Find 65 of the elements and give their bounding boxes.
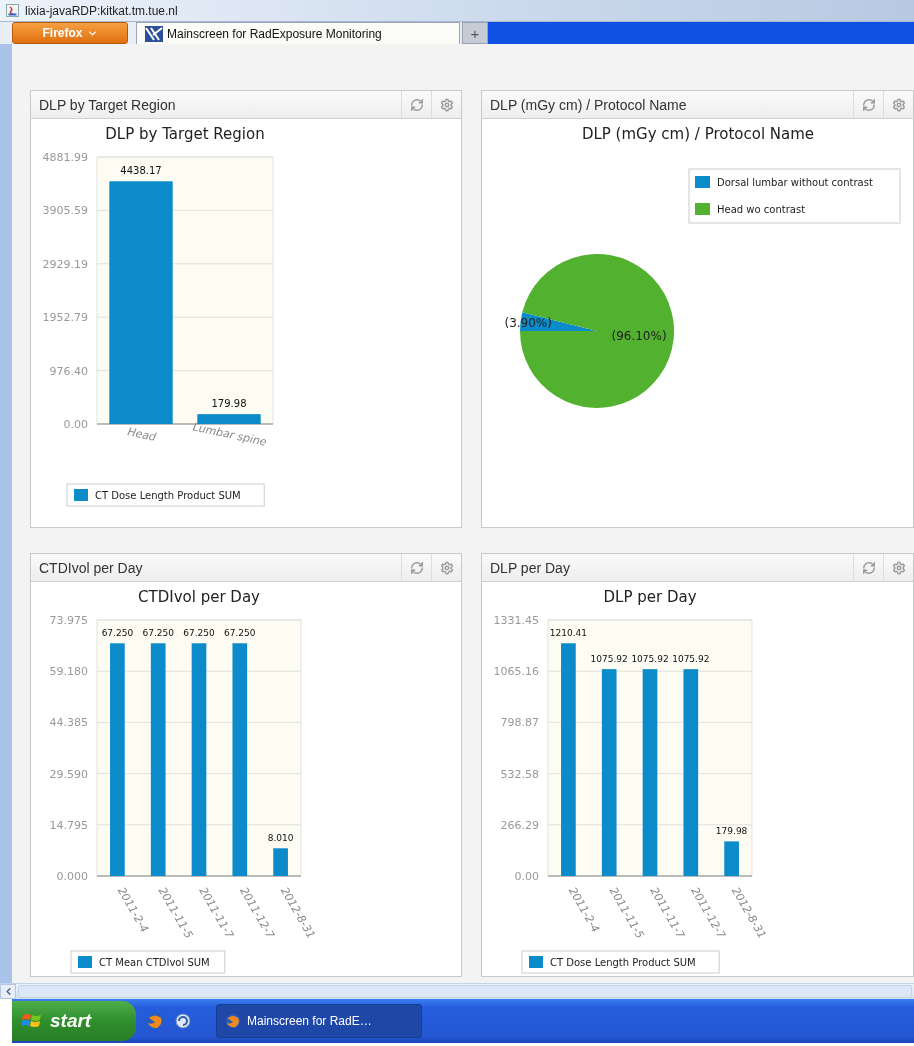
- scrollbar-thumb[interactable]: [18, 985, 912, 998]
- y-tick-label: 14.795: [49, 818, 88, 832]
- slice-label: (96.10%): [611, 329, 667, 344]
- chart-title: DLP by Target Region: [105, 125, 265, 143]
- y-tick-label: 0.00: [514, 870, 539, 883]
- window-title: lixia-javaRDP:kitkat.tm.tue.nl: [25, 3, 178, 18]
- taskbar-button[interactable]: Mainscreen for RadE…: [216, 1004, 422, 1038]
- value-label: 1075.92: [672, 654, 710, 665]
- value-label: 8.010: [267, 833, 294, 844]
- panel-title: CTDIvol per Day: [38, 559, 144, 576]
- settings-icon: [891, 560, 906, 575]
- value-label: 179.98: [211, 398, 247, 410]
- settings-icon: [439, 560, 454, 575]
- app-logo-icon: [145, 25, 163, 42]
- chart-title: CTDIvol per Day: [138, 588, 260, 606]
- legend-label: CT Dose Length Product SUM: [95, 490, 241, 501]
- browser-tab[interactable]: Mainscreen for RadExposure Monitoring: [136, 22, 460, 44]
- value-label: 4438.17: [120, 165, 162, 177]
- x-tick-label: Head: [126, 425, 158, 444]
- y-tick-label: 532.58: [500, 767, 539, 781]
- y-tick-label: 4881.99: [42, 151, 88, 164]
- y-tick-label: 2929.19: [42, 257, 88, 271]
- legend-label: Head wo contrast: [717, 204, 806, 215]
- y-tick-label: 29.590: [49, 767, 88, 781]
- y-tick-label: 0.00: [63, 418, 88, 431]
- legend-label: CT Dose Length Product SUM: [550, 957, 696, 968]
- value-label: 67.250: [142, 628, 174, 639]
- legend-label: Dorsal lumbar without contrast: [717, 177, 873, 188]
- y-tick-label: 266.29: [500, 818, 539, 832]
- start-button[interactable]: start: [12, 1001, 136, 1041]
- new-tab-button[interactable]: +: [462, 22, 488, 44]
- y-tick-label: 1952.79: [42, 311, 88, 325]
- y-tick-label: 1331.45: [493, 614, 539, 627]
- panel-title: DLP by Target Region: [38, 96, 177, 113]
- panel-title: DLP (mGy cm) / Protocol Name: [489, 96, 688, 113]
- panel-title: DLP per Day: [489, 559, 571, 576]
- firefox-menu-button[interactable]: Firefox: [12, 22, 128, 44]
- value-label: 67.250: [183, 628, 215, 639]
- y-tick-label: 59.180: [49, 665, 88, 679]
- settings-icon: [439, 97, 454, 112]
- chart-title: DLP per Day: [603, 588, 697, 606]
- value-label: 67.250: [101, 628, 134, 639]
- y-tick-label: 798.87: [500, 716, 539, 730]
- refresh-icon: [861, 560, 876, 575]
- value-label: 179.98: [715, 826, 748, 837]
- scroll-left-button[interactable]: [0, 984, 16, 999]
- value-label: 67.250: [224, 628, 256, 639]
- x-tick-label: Lumbar spine: [191, 420, 268, 449]
- y-tick-label: 1065.16: [493, 665, 539, 679]
- y-tick-label: 976.40: [49, 364, 88, 378]
- value-label: 1210.41: [549, 628, 587, 639]
- settings-icon: [891, 97, 906, 112]
- refresh-icon: [409, 560, 424, 575]
- value-label: 1075.92: [590, 654, 628, 665]
- app-icon: [6, 4, 19, 17]
- refresh-icon: [409, 97, 424, 112]
- chart-title: DLP (mGy cm) / Protocol Name: [581, 125, 815, 143]
- value-label: 1075.92: [631, 654, 669, 665]
- legend-label: CT Mean CTDIvol SUM: [99, 957, 210, 968]
- refresh-icon: [861, 97, 876, 112]
- y-tick-label: 73.975: [49, 614, 88, 627]
- y-tick-label: 3905.59: [42, 204, 88, 218]
- y-tick-label: 0.000: [56, 870, 88, 883]
- y-tick-label: 44.385: [49, 716, 88, 730]
- windows-flag-icon: [22, 1012, 42, 1030]
